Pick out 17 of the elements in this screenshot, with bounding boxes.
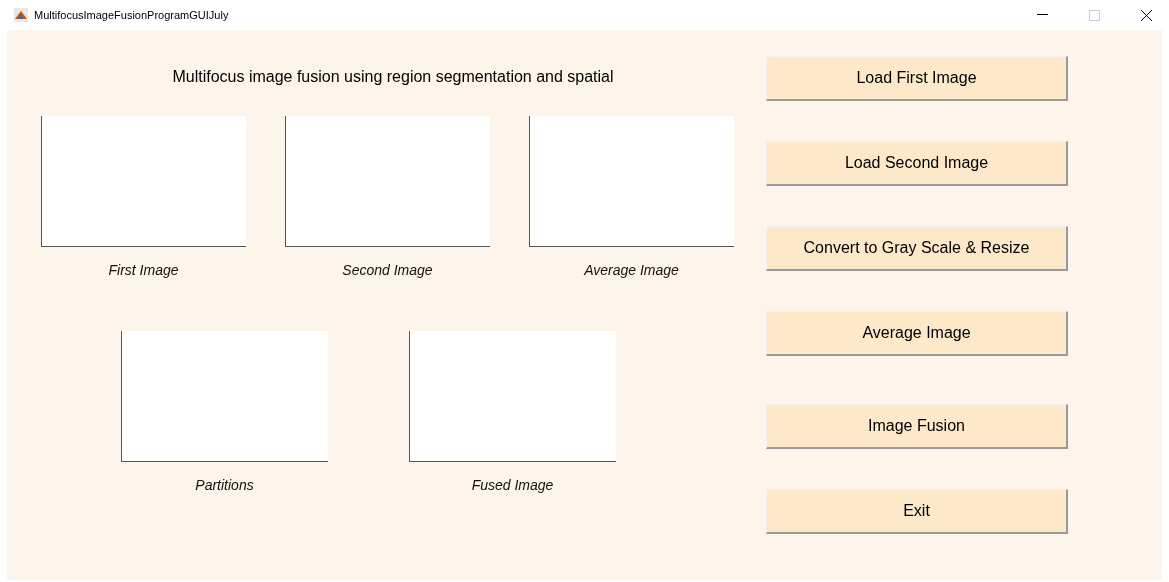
axes-caption: Average Image	[584, 262, 679, 278]
window-title: MultifocusImageFusionProgramGUIJuly	[34, 9, 230, 21]
axes-caption: First Image	[108, 262, 179, 278]
maximize-icon	[1088, 9, 1100, 21]
heading: Multifocus image fusion using region segmentation and spatial	[171, 68, 615, 86]
action-button[interactable]: Exit	[766, 489, 1068, 534]
action-button[interactable]: Convert to Gray Scale & Resize	[766, 226, 1068, 271]
axes-caption: Partitions	[195, 477, 254, 493]
minimize-icon	[1036, 14, 1048, 16]
axes-caption: Fused Image	[471, 477, 554, 493]
action-button[interactable]: Load First Image	[766, 56, 1068, 101]
action-button[interactable]: Image Fusion	[766, 404, 1068, 449]
action-button[interactable]: Load Second Image	[766, 141, 1068, 186]
action-button[interactable]: Average Image	[766, 311, 1068, 356]
axes-caption: Second Image	[342, 262, 433, 278]
app-icon	[14, 8, 28, 22]
close-icon	[1140, 9, 1152, 21]
